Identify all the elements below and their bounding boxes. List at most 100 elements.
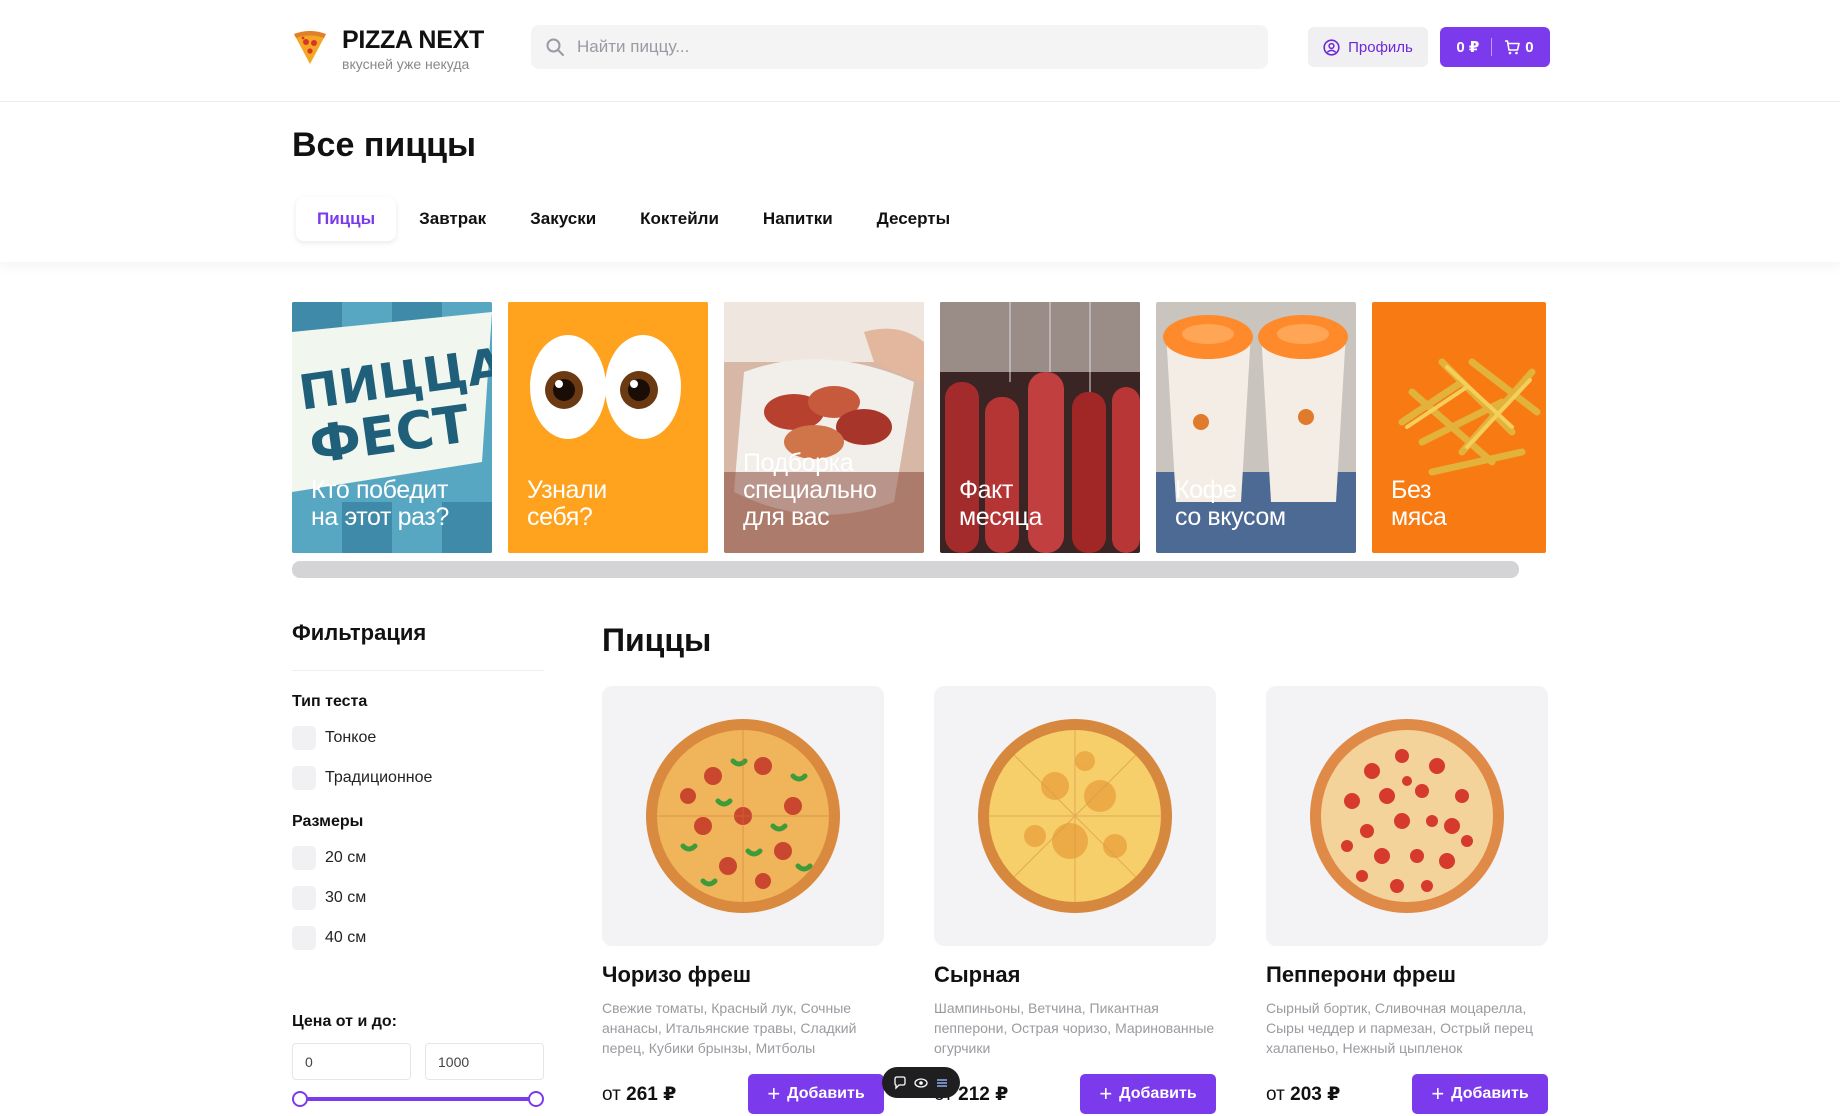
tab-pizzas[interactable]: Пиццы [296, 197, 397, 241]
story-caption: Узнали себя? [527, 476, 607, 531]
tab-desserts[interactable]: Десерты [856, 197, 971, 241]
search-icon [546, 38, 564, 56]
plus-icon: + [1099, 1081, 1113, 1106]
product-card: Сырная Шампиньоны, Ветчина, Пикантная пе… [934, 686, 1216, 1114]
pizza-cheese-image [978, 719, 1172, 913]
search-input[interactable] [577, 37, 1217, 57]
price-from-input[interactable] [292, 1043, 411, 1080]
user-circle-icon [1323, 38, 1340, 56]
profile-button[interactable]: Профиль [1308, 27, 1428, 67]
cart-icon [1505, 39, 1521, 54]
story-card[interactable]: Узнали себя? [508, 302, 708, 553]
product-price: от 203 ₽ [1266, 1083, 1340, 1106]
product-name: Чоризо фреш [602, 962, 752, 987]
stories-scrollbar[interactable] [292, 561, 1519, 578]
chat-bubble-icon[interactable] [893, 1075, 907, 1090]
eye-icon[interactable] [914, 1076, 928, 1090]
story-card[interactable]: ПИЦЦА ФЕСТ Кто победит на этот раз? [292, 302, 492, 553]
tab-snacks[interactable]: Закуски [509, 197, 617, 241]
filters-panel: Фильтрация Тип теста Тонкое Традиционное… [292, 620, 544, 1108]
filter-option[interactable]: 30 см [292, 885, 544, 911]
add-to-cart-button[interactable]: + Добавить [1080, 1074, 1216, 1114]
product-description: Шампиньоны, Ветчина, Пикантная пепперони… [934, 1000, 1215, 1056]
price-inputs [292, 1043, 544, 1080]
filter-option[interactable]: 20 см [292, 845, 544, 871]
cart-count: 0 [1525, 38, 1534, 56]
products-title: Пиццы [602, 622, 712, 658]
filter-option-label: Тонкое [325, 729, 377, 746]
story-caption: Без мяса [1391, 476, 1447, 531]
product-name: Пепперони фреш [1266, 962, 1456, 987]
floating-toolbar[interactable] [882, 1067, 960, 1098]
search-bar[interactable] [531, 25, 1268, 69]
logo[interactable]: PIZZA NEXT вкусней уже некуда [292, 26, 484, 72]
filter-option-label: 20 см [325, 849, 367, 866]
filter-option-label: Традиционное [325, 769, 433, 786]
price-prefix: от [602, 1083, 621, 1105]
logo-subtitle: вкусней уже некуда [342, 56, 470, 72]
product-price: от 261 ₽ [602, 1083, 676, 1106]
plus-icon: + [1431, 1081, 1445, 1106]
sizes-title: Размеры [292, 813, 364, 830]
checkbox[interactable] [292, 886, 316, 910]
checkbox[interactable] [292, 846, 316, 870]
pizza-slice-icon [294, 31, 326, 64]
logo-title: PIZZA NEXT [342, 26, 484, 54]
product-description: Сырный бортик, Сливочная моцарелла, Сыры… [1266, 1000, 1533, 1056]
range-thumb-min[interactable] [292, 1091, 308, 1107]
add-to-cart-button[interactable]: + Добавить [1412, 1074, 1548, 1114]
story-card[interactable]: Факт месяца [940, 302, 1140, 553]
product-footer: от 261 ₽ + Добавить [602, 1074, 884, 1114]
settings-sliders-icon[interactable] [935, 1076, 949, 1090]
range-track [300, 1097, 536, 1101]
stories-carousel: ПИЦЦА ФЕСТ Кто победит на этот раз? Узна… [292, 302, 1546, 553]
add-button-label: Добавить [1119, 1085, 1197, 1102]
add-button-label: Добавить [1451, 1085, 1529, 1102]
story-caption: Кто победит на этот раз? [311, 476, 449, 531]
product-name: Сырная [934, 962, 1021, 987]
price-range-title: Цена от и до: [292, 1013, 397, 1030]
filter-option[interactable]: Традиционное [292, 765, 544, 791]
cart-button[interactable]: 0 ₽ 0 [1440, 27, 1550, 67]
filter-option[interactable]: 40 см [292, 925, 544, 951]
pizza-chorizo-image [646, 719, 840, 913]
price-prefix: от [1266, 1083, 1285, 1105]
story-caption: Кофе со вкусом [1175, 476, 1286, 531]
price-value: 203 ₽ [1290, 1083, 1341, 1105]
story-card[interactable]: Подборка специально для вас [724, 302, 924, 553]
product-image[interactable] [602, 686, 884, 946]
price-to-input[interactable] [425, 1043, 544, 1080]
page-title: Все пиццы [292, 126, 477, 164]
checkbox[interactable] [292, 726, 316, 750]
cart-total: 0 ₽ [1456, 39, 1480, 56]
tab-drinks[interactable]: Напитки [742, 197, 854, 241]
story-card[interactable]: Без мяса [1372, 302, 1546, 553]
filter-option[interactable]: Тонкое [292, 725, 544, 751]
range-thumb-max[interactable] [528, 1091, 544, 1107]
story-card[interactable]: Кофе со вкусом [1156, 302, 1356, 553]
price-value: 261 ₽ [626, 1083, 677, 1105]
add-button-label: Добавить [787, 1085, 865, 1102]
filter-option-label: 30 см [325, 889, 367, 906]
story-caption: Факт месяца [959, 476, 1042, 531]
product-image[interactable] [1266, 686, 1548, 946]
add-to-cart-button[interactable]: + Добавить [748, 1074, 884, 1114]
category-tabs: Пиццы Завтрак Закуски Коктейли Напитки Д… [292, 196, 974, 242]
category-section: Все пиццы Пиццы Завтрак Закуски Коктейли… [0, 102, 1840, 262]
price-value: 212 ₽ [958, 1083, 1009, 1105]
product-image[interactable] [934, 686, 1216, 946]
checkbox[interactable] [292, 766, 316, 790]
product-card: Пепперони фреш Сырный бортик, Сливочная … [1266, 686, 1548, 1114]
filters-title: Фильтрация [292, 620, 544, 671]
tab-cocktails[interactable]: Коктейли [619, 197, 740, 241]
filter-option-label: 40 см [325, 929, 367, 946]
cart-divider [1491, 38, 1493, 56]
pizza-pepperoni-image [1310, 719, 1504, 913]
price-range-slider[interactable] [292, 1090, 544, 1108]
product-description: Свежие томаты, Красный лук, Сочные анана… [602, 1000, 857, 1056]
header: PIZZA NEXT вкусней уже некуда Профиль 0 … [0, 0, 1840, 102]
story-caption: Подборка специально для вас [743, 449, 877, 531]
profile-label: Профиль [1348, 38, 1413, 56]
checkbox[interactable] [292, 926, 316, 950]
tab-breakfast[interactable]: Завтрак [398, 197, 507, 241]
